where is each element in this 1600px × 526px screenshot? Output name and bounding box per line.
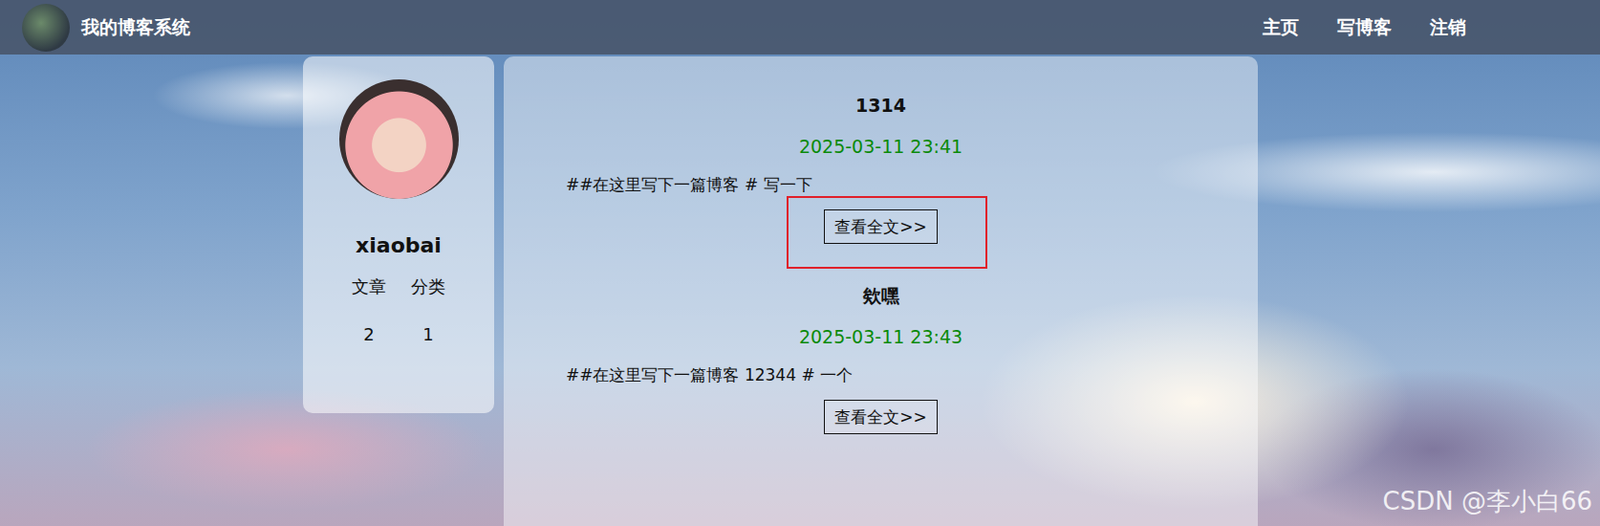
blog-summary: ##在这里写下一篇博客 # 写一下	[503, 172, 1258, 197]
stat-label: 文章	[351, 275, 387, 299]
stat-value: 1	[422, 323, 433, 346]
main-area: xiaobai 文章 2 分类 1 1314 2025-03-11 23:41 ##在这里写下…	[0, 56, 1600, 526]
blog-list: 1314 2025-03-11 23:41 ##在这里写下一篇博客 # 写一下查看全…	[503, 56, 1258, 526]
button-row: 查看全文>>	[503, 399, 1258, 434]
view-full-button[interactable]: 查看全文>>	[823, 399, 938, 434]
site-title: 我的博客系统	[81, 15, 191, 41]
nav-link[interactable]: 主页	[1262, 15, 1299, 41]
blog-title: 欸嘿	[503, 282, 1258, 308]
user-name: xiaobai	[355, 231, 442, 260]
profile-stats: 文章 2 分类 1	[344, 275, 454, 346]
highlight-box	[786, 195, 988, 269]
blog-item: 欸嘿 2025-03-11 23:43 ##在这里写下一篇博客 12344 # 一个…	[503, 282, 1258, 434]
nav-link[interactable]: 注销	[1429, 15, 1467, 41]
button-wrap: 查看全文>>	[823, 209, 938, 244]
blog-date: 2025-03-11 23:41	[503, 133, 1258, 159]
nav-link[interactable]: 写博客	[1337, 15, 1392, 41]
view-full-button[interactable]: 查看全文>>	[823, 209, 938, 244]
avatar-icon	[339, 79, 459, 199]
blog-summary: ##在这里写下一篇博客 12344 # 一个	[503, 362, 1258, 388]
button-row: 查看全文>>	[503, 209, 1258, 244]
profile-card: xiaobai 文章 2 分类 1	[302, 56, 495, 413]
stat-label: 分类	[410, 275, 446, 299]
watermark: CSDN @李小白66	[1383, 484, 1593, 519]
logo-icon[interactable]	[21, 3, 70, 52]
blog-item: 1314 2025-03-11 23:41 ##在这里写下一篇博客 # 写一下查看全…	[503, 92, 1258, 244]
stat-value: 2	[363, 323, 374, 346]
blog-title: 1314	[503, 92, 1258, 118]
button-wrap: 查看全文>>	[823, 399, 938, 434]
blog-date: 2025-03-11 23:43	[503, 324, 1258, 349]
top-nav: 我的博客系统 主页 写博客 注销	[0, 0, 1600, 55]
nav-links: 主页 写博客 注销	[1262, 15, 1467, 41]
